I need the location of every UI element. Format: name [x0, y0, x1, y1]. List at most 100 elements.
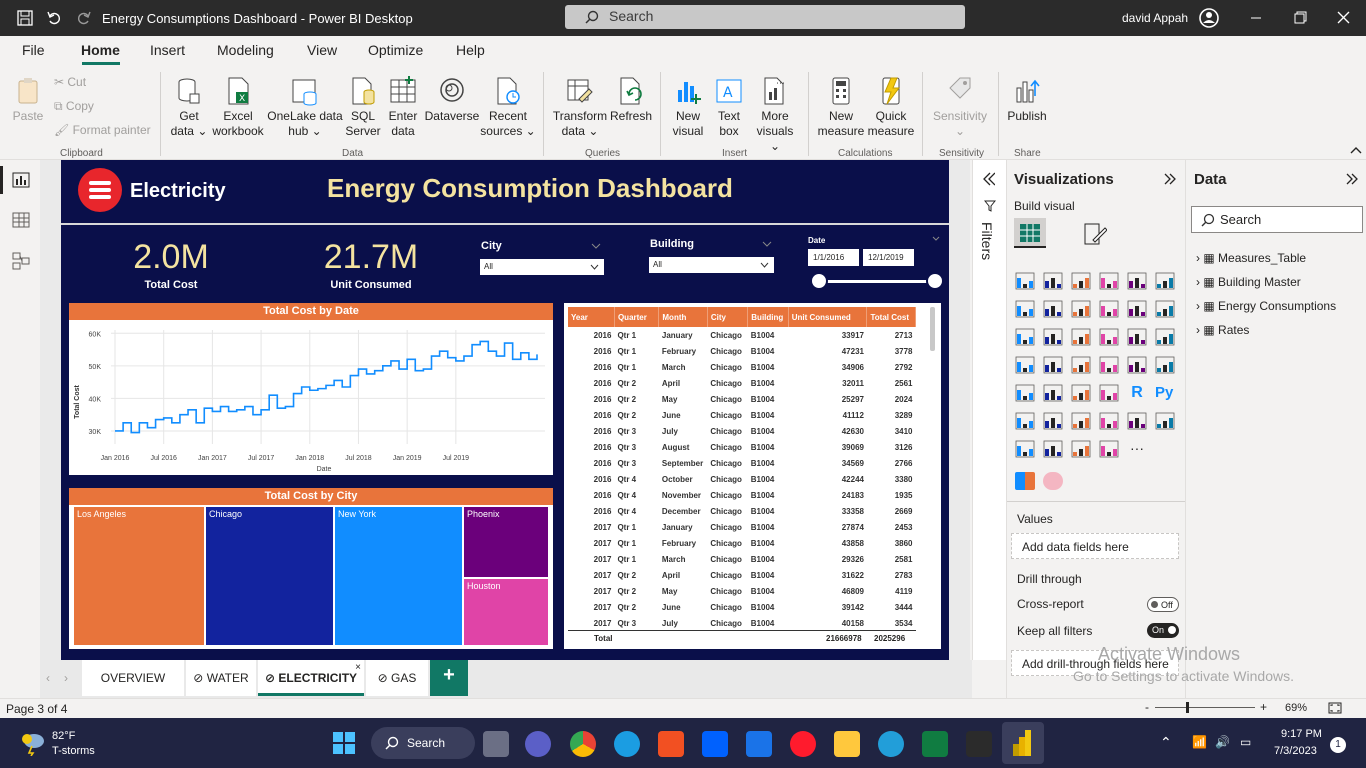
power-apps-icon[interactable] [1015, 440, 1035, 458]
collapse-ribbon-icon[interactable] [1350, 146, 1362, 154]
waterfall-icon[interactable] [1015, 328, 1035, 346]
menu-file[interactable]: File [22, 42, 45, 58]
telegram-icon[interactable] [878, 731, 904, 757]
card-icon[interactable] [1127, 356, 1147, 374]
copy-button[interactable]: ⧉ Copy [54, 99, 94, 114]
arrows-icon[interactable] [1099, 440, 1119, 458]
cross-report-toggle[interactable]: Off [1147, 597, 1179, 612]
table-row[interactable]: 2016 Qtr 2 May Chicago B1004 25297 2024 [568, 391, 916, 407]
paginated-icon[interactable] [1155, 412, 1175, 430]
microsoft-store-icon[interactable] [658, 731, 684, 757]
table-view-icon[interactable] [12, 212, 30, 228]
format-visual-icon[interactable] [1083, 222, 1107, 246]
sensitivity-button[interactable]: Sensitivity ⌄ [928, 76, 992, 139]
matrix-header-cell[interactable]: City [707, 307, 749, 327]
paste-button[interactable]: Paste [10, 76, 46, 124]
treemap-tile-chicago[interactable]: Chicago [205, 506, 334, 646]
close-tab-icon[interactable]: × [355, 662, 361, 673]
table-row[interactable]: 2017 Qtr 1 February Chicago B1004 43858 3860 [568, 535, 916, 551]
stacked-column-icon[interactable] [1043, 272, 1063, 290]
table-row[interactable]: 2016 Qtr 4 November Chicago B1004 24183 1935 [568, 487, 916, 503]
python-visual-icon[interactable]: Py [1155, 384, 1175, 402]
matrix-icon[interactable] [1099, 384, 1119, 402]
app-icon[interactable] [966, 731, 992, 757]
table-row[interactable]: 2016 Qtr 4 October Chicago B1004 42244 3380 [568, 471, 916, 487]
build-visual-tab[interactable] [1014, 218, 1046, 248]
key-influencers-icon[interactable] [1015, 412, 1035, 430]
trophy-goals-icon[interactable] [1127, 412, 1147, 430]
restore-icon[interactable] [1294, 11, 1307, 24]
collapse-chevron-icon[interactable] [1346, 173, 1358, 185]
matrix-header-cell[interactable]: Total Cost [866, 307, 916, 327]
refresh-button[interactable]: Refresh [610, 76, 652, 124]
dataverse-button[interactable]: Dataverse [424, 76, 480, 124]
quick-measure-button[interactable]: Quick measure [866, 76, 916, 139]
table-row[interactable]: 2017 Qtr 2 April Chicago B1004 31622 2783 [568, 567, 916, 583]
minimize-icon[interactable] [1250, 12, 1262, 24]
tab-water[interactable]: ⊘ WATER [186, 660, 256, 696]
new-measure-button[interactable]: New measure [816, 76, 866, 139]
decomposition-tree-icon[interactable] [1043, 412, 1063, 430]
opera-icon[interactable] [790, 731, 816, 757]
diamond-icon[interactable] [1071, 440, 1091, 458]
table-row[interactable]: 2017 Qtr 1 March Chicago B1004 29326 2581 [568, 551, 916, 567]
chrome-icon[interactable] [570, 731, 596, 757]
save-icon[interactable] [17, 10, 33, 26]
line-icon[interactable] [1015, 300, 1035, 318]
power-automate-icon[interactable] [1043, 440, 1063, 458]
excel-taskbar-icon[interactable] [922, 731, 948, 757]
table-item-building-master[interactable]: › ▦ Building Master [1196, 270, 1336, 294]
matrix-scrollbar[interactable] [930, 307, 935, 351]
scatter-icon[interactable] [1071, 328, 1091, 346]
edge-icon[interactable] [614, 731, 640, 757]
table-row[interactable]: 2016 Qtr 1 March Chicago B1004 34906 2792 [568, 359, 916, 375]
transform-data-button[interactable]: Transform data ⌄ [552, 76, 608, 139]
table-item-measures[interactable]: › ▦ Measures_Table [1196, 246, 1336, 270]
custom-visual-grid-icon[interactable] [1015, 472, 1035, 490]
treemap-tile-los-angeles[interactable]: Los Angeles [73, 506, 205, 646]
table-row[interactable]: 2017 Qtr 2 June Chicago B1004 39142 3444 [568, 599, 916, 615]
table-item-energy-consumptions[interactable]: › ▦ Energy Consumptions [1196, 294, 1336, 318]
file-explorer-icon[interactable] [834, 731, 860, 757]
menu-modeling[interactable]: Modeling [217, 42, 274, 58]
ribbon-icon[interactable] [1155, 300, 1175, 318]
battery-icon[interactable]: ▭ [1240, 735, 1251, 749]
tab-overview[interactable]: OVERVIEW [82, 660, 184, 696]
treemap-panel[interactable]: Total Cost by City Los Angeles Chicago N… [69, 488, 553, 649]
taskbar-search[interactable]: Search [371, 727, 475, 759]
table-row[interactable]: 2016 Qtr 2 June Chicago B1004 41112 3289 [568, 407, 916, 423]
tab-gas[interactable]: ⊘ GAS [366, 660, 428, 696]
task-view-icon[interactable] [483, 731, 509, 757]
enter-data-button[interactable]: Enter data [384, 76, 422, 139]
slicer-icon[interactable] [1043, 384, 1063, 402]
menu-help[interactable]: Help [456, 42, 485, 58]
table-row[interactable]: 2017 Qtr 3 July Chicago B1004 40158 3534 [568, 615, 916, 631]
azure-map-icon[interactable] [1071, 356, 1091, 374]
funnel-icon[interactable] [1043, 328, 1063, 346]
tab-scroll-left-icon[interactable]: ‹ [46, 671, 50, 685]
matrix-header-cell[interactable]: Unit Consumed [788, 307, 868, 327]
table-row[interactable]: 2016 Qtr 3 July Chicago B1004 42630 3410 [568, 423, 916, 439]
menu-home[interactable]: Home [81, 42, 120, 58]
gauge-icon[interactable] [1099, 356, 1119, 374]
keep-filters-toggle[interactable]: On [1147, 623, 1179, 638]
treemap-icon[interactable] [1155, 328, 1175, 346]
slicer-date-from[interactable]: 1/1/2016 [808, 249, 859, 266]
slicer-date-to[interactable]: 12/1/2019 [863, 249, 914, 266]
stacked-bar-icon[interactable] [1015, 272, 1035, 290]
clustered-column-icon[interactable] [1099, 272, 1119, 290]
volume-icon[interactable]: 🔊 [1215, 735, 1230, 749]
clustered-bar-icon[interactable] [1071, 272, 1091, 290]
mail-icon[interactable] [746, 731, 772, 757]
table-row[interactable]: 2016 Qtr 1 January Chicago B1004 33917 2713 [568, 327, 916, 343]
kpi-icon[interactable] [1015, 384, 1035, 402]
stacked-area-icon[interactable] [1071, 300, 1091, 318]
tab-scroll-right-icon[interactable]: › [64, 671, 68, 685]
matrix-panel[interactable]: Year Quarter Month City Building Unit Consume… [564, 303, 941, 649]
new-visual-button[interactable]: New visual [668, 76, 708, 139]
notification-badge[interactable]: 1 [1330, 737, 1346, 753]
undo-icon[interactable] [46, 10, 62, 26]
area-icon[interactable] [1043, 300, 1063, 318]
zoom-in-button[interactable]: + [1260, 700, 1267, 714]
more-visuals-button[interactable]: ⋯ More visuals ⌄ [750, 76, 800, 154]
